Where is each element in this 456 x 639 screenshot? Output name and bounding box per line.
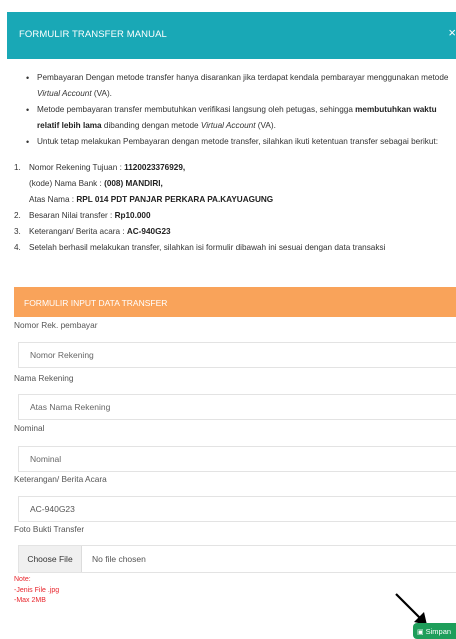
- bullet-italic: Virtual Account: [37, 89, 92, 98]
- step-item: 2. Besaran Nilai transfer : Rp10.000: [14, 208, 454, 224]
- save-label: Simpan: [425, 626, 452, 636]
- step-number: 3.: [14, 227, 21, 236]
- bullet-text: Pembayaran Dengan metode transfer hanya …: [37, 73, 449, 82]
- form-section-header: FORMULIR INPUT DATA TRANSFER: [14, 287, 456, 317]
- step-item: 3. Keterangan/ Berita acara : AC-940G23: [14, 224, 454, 240]
- close-icon[interactable]: ×: [448, 25, 456, 40]
- modal-header: FORMULIR TRANSFER MANUAL ×: [7, 12, 456, 59]
- save-button[interactable]: ▣ Simpan: [413, 623, 456, 639]
- step-label: (kode) Nama Bank :: [29, 179, 105, 188]
- bullet-text: Untuk tetap melakukan Pembayaran dengan …: [37, 137, 438, 146]
- step-text: Setelah berhasil melakukan transfer, sil…: [29, 243, 386, 252]
- bullet-text: dibanding dengan metode: [103, 121, 199, 130]
- transfer-amount: Rp10.000: [114, 211, 151, 220]
- account-holder: RPL 014 PDT PANJAR PERKARA PA.KAYUAGUNG: [76, 195, 274, 204]
- account-number-label: Nomor Rek. pembayar: [14, 320, 98, 330]
- modal-title: FORMULIR TRANSFER MANUAL: [19, 29, 167, 40]
- account-name-input[interactable]: [18, 394, 456, 420]
- reference-input[interactable]: [18, 496, 456, 522]
- step-number: 1.: [14, 163, 21, 172]
- bullet-text-end: (VA).: [257, 121, 276, 130]
- transfer-instructions: Pembayaran Dengan metode transfer hanya …: [14, 70, 454, 256]
- note-title: Note:: [14, 576, 31, 583]
- transfer-reference: AC-940G23: [126, 227, 171, 236]
- note-line: -Max 2MB: [14, 597, 46, 604]
- bullet-text: Metode pembayaran transfer membutuhkan v…: [37, 105, 353, 114]
- proof-photo-label: Foto Bukti Transfer: [14, 524, 85, 534]
- account-number-input[interactable]: [18, 342, 456, 368]
- transfer-steps: 1. Nomor Rekening Tujuan : 1120023376929…: [14, 160, 454, 256]
- nominal-label: Nominal: [14, 423, 45, 433]
- step-label: Besaran Nilai transfer :: [29, 211, 115, 220]
- choose-file-button[interactable]: Choose File: [19, 546, 82, 572]
- file-status: No file chosen: [92, 554, 146, 564]
- step-label: Keterangan/ Berita acara :: [29, 227, 127, 236]
- account-name-label: Nama Rekening: [14, 373, 74, 383]
- note-line: -Jenis File .jpg: [14, 586, 60, 594]
- file-note: Note: -Jenis File .jpg -Max 2MB: [14, 575, 59, 607]
- step-label: Atas Nama :: [29, 195, 77, 204]
- step-item: 4. Setelah berhasil melakukan transfer, …: [14, 240, 454, 256]
- instruction-bullets: Pembayaran Dengan metode transfer hanya …: [14, 70, 454, 150]
- account-number: 1120023376929,: [124, 163, 186, 172]
- save-icon: ▣: [417, 628, 424, 636]
- bullet-item: Pembayaran Dengan metode transfer hanya …: [14, 70, 454, 102]
- bullet-item: Metode pembayaran transfer membutuhkan v…: [14, 102, 454, 134]
- step-item: 1. Nomor Rekening Tujuan : 1120023376929…: [14, 160, 454, 208]
- bullet-text-end: (VA).: [93, 89, 112, 98]
- bullet-item: Untuk tetap melakukan Pembayaran dengan …: [14, 134, 454, 150]
- bullet-italic: Virtual Account: [200, 121, 256, 130]
- step-number: 4.: [14, 243, 21, 252]
- step-label: Nomor Rekening Tujuan :: [29, 163, 125, 172]
- file-input[interactable]: Choose File No file chosen: [18, 545, 456, 573]
- step-number: 2.: [14, 211, 21, 220]
- nominal-input[interactable]: [18, 446, 456, 472]
- reference-label: Keterangan/ Berita Acara: [14, 474, 107, 484]
- bank-name: (008) MANDIRI,: [104, 179, 163, 188]
